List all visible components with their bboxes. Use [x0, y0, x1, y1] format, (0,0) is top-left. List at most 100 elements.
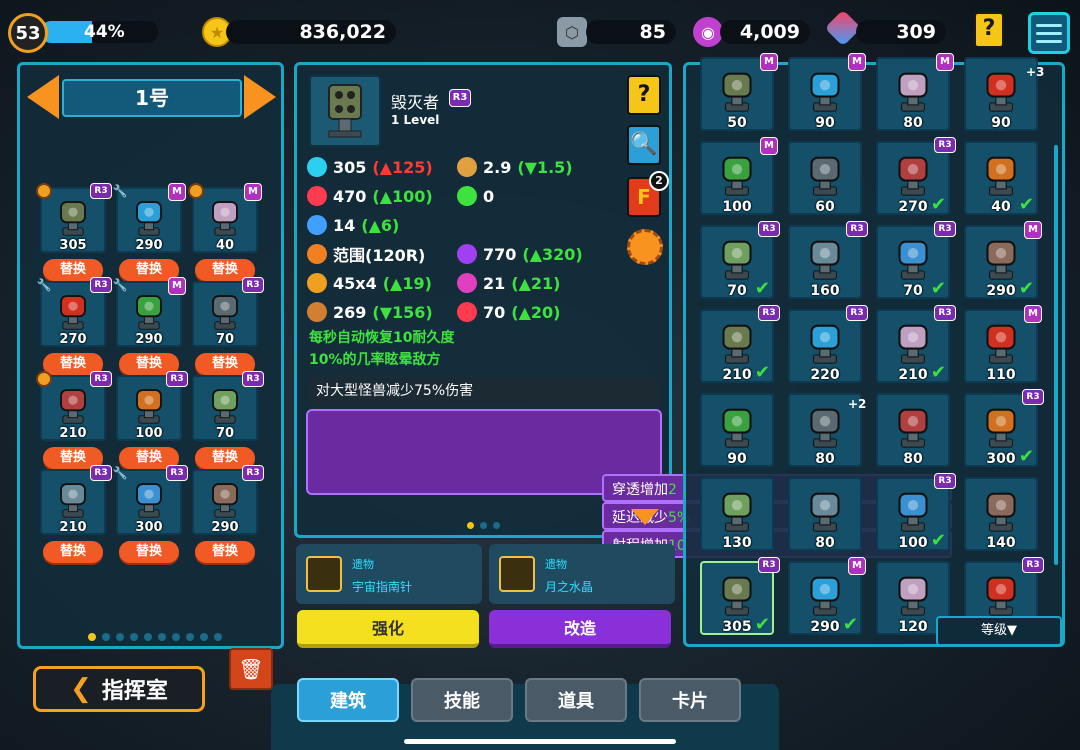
loadout-slot[interactable]: 🔧 M 290	[113, 277, 186, 347]
menu-button[interactable]	[1028, 12, 1070, 54]
prev-page-arrow[interactable]	[27, 75, 59, 119]
xp-bar: 44%	[40, 21, 158, 43]
tower-power: 80	[815, 535, 835, 551]
next-page-arrow[interactable]	[244, 75, 276, 119]
tower-card[interactable]: M 100	[700, 137, 778, 215]
tower-card[interactable]: R3 305 ✔	[700, 557, 780, 635]
rank-r3-badge: R3	[934, 473, 956, 489]
trash-icon[interactable]: 🗑	[229, 648, 273, 690]
tower-card[interactable]: 60	[788, 141, 862, 215]
tab-skills[interactable]: 技能	[411, 678, 513, 722]
loadout-slot[interactable]: 🔧 R3 300	[113, 465, 188, 535]
rank-m-badge: M	[760, 137, 778, 155]
relic-slot-2[interactable]: 遗物 月之水晶	[489, 544, 675, 604]
back-to-command-button[interactable]: ❮ 指挥室	[33, 666, 205, 712]
tower-collection-panel: M 50 M 90 M 80 90 M 100 60 R3270✔ 40✔	[683, 53, 1065, 647]
stat-value: 305	[333, 157, 367, 177]
loadout-slot[interactable]: R3 100	[116, 371, 188, 441]
tab-buildings[interactable]: 建筑	[297, 678, 399, 722]
tower-card[interactable]: 80	[876, 393, 950, 467]
stat-value: 770	[483, 244, 517, 264]
page-dot[interactable]	[116, 633, 124, 641]
tower-card[interactable]: R3 210 ✔	[700, 305, 780, 383]
stat-value: 269	[333, 302, 367, 322]
page-dot[interactable]	[158, 633, 166, 641]
tower-card[interactable]: R3 100 ✔	[876, 473, 956, 551]
upgrade-button[interactable]: 强化	[297, 610, 479, 648]
tower-card[interactable]: M 290 ✔	[964, 221, 1042, 299]
stat-row: 305 (▲125)	[307, 153, 433, 181]
settings-gear-icon[interactable]	[627, 229, 663, 265]
page-dot[interactable]	[88, 633, 96, 641]
rank-r3-badge: R3	[846, 221, 868, 237]
tab-cards[interactable]: 卡片	[639, 678, 741, 722]
level-plus-label: +3	[1026, 65, 1045, 79]
stat-row: 470 (▲100)	[307, 182, 433, 210]
rank-r3-badge: R3	[934, 137, 956, 153]
loadout-slot[interactable]: R3 305	[36, 183, 112, 253]
modify-button[interactable]: 改造	[489, 610, 671, 648]
page-dot[interactable]	[200, 633, 208, 641]
tower-card[interactable]: 90	[700, 393, 774, 467]
loadout-slot[interactable]: 🔧 M 290	[113, 183, 186, 253]
loadout-slot[interactable]: R3 70	[192, 277, 264, 347]
tower-card[interactable]: R3 70 ✔	[876, 221, 956, 299]
tower-card[interactable]: M 80	[876, 53, 954, 131]
page-dot[interactable]	[172, 633, 180, 641]
stat-value: 2.9	[483, 157, 512, 177]
page-dot[interactable]	[130, 633, 138, 641]
loadout-slot[interactable]: R3 210	[36, 371, 112, 441]
effect-label: 穿透增加	[612, 482, 668, 498]
tower-power: 90	[991, 115, 1011, 131]
loadout-slot[interactable]: R3 290	[192, 465, 264, 535]
range-icon	[307, 244, 327, 264]
slot-power: 300	[135, 520, 163, 535]
tower-card[interactable]: M 90	[788, 53, 866, 131]
loadout-slot[interactable]: R3 210	[40, 465, 112, 535]
tower-card[interactable]: R3 270 ✔	[876, 137, 956, 215]
rank-m-badge: M	[168, 183, 186, 201]
scrollbar[interactable]	[1054, 145, 1058, 565]
loadout-slot[interactable]: R3 70	[192, 371, 264, 441]
equipped-check-icon: ✔	[1018, 278, 1034, 299]
tower-card[interactable]: R3 210 ✔	[876, 305, 956, 383]
replace-button[interactable]: 替换	[119, 541, 179, 563]
magnifier-icon[interactable]: 🔍	[627, 125, 661, 165]
loadout-slot[interactable]: 🔧 R3 270	[37, 277, 112, 347]
expand-arrow-icon[interactable]	[631, 509, 659, 525]
slot-power: 40	[215, 238, 235, 253]
page-dot[interactable]	[102, 633, 110, 641]
back-label: 指挥室	[101, 679, 168, 704]
stat-value: 470	[333, 186, 367, 206]
replace-button[interactable]: 替换	[195, 541, 255, 563]
page-dot[interactable]	[186, 633, 194, 641]
slot-power: 210	[59, 520, 87, 535]
tower-card[interactable]: R3 300 ✔	[964, 389, 1044, 467]
help-book-button[interactable]: ?	[974, 12, 1004, 48]
tower-card[interactable]: R3 220	[788, 305, 868, 383]
tower-card[interactable]: 40 ✔	[964, 141, 1038, 215]
page-dot[interactable]	[214, 633, 222, 641]
shield-lock-icon	[457, 186, 477, 206]
wrench-icon: 🔧	[112, 184, 128, 198]
help-book-icon[interactable]: ?	[627, 75, 661, 115]
sort-dropdown[interactable]: 等级▼	[936, 616, 1062, 646]
tower-card[interactable]: M 290 ✔	[788, 557, 866, 635]
moon-crystal-icon	[499, 556, 535, 592]
relic-slot-1[interactable]: 遗物 宇宙指南针	[296, 544, 482, 604]
tower-card[interactable]: R3 70 ✔	[700, 221, 780, 299]
wrench-icon: 🔧	[36, 278, 52, 292]
tower-card[interactable]: M 50	[700, 53, 778, 131]
equipped-check-icon: ✔	[842, 614, 858, 635]
tower-card[interactable]: R3 160	[788, 221, 868, 299]
tower-card[interactable]: 80	[788, 477, 862, 551]
replace-button[interactable]: 替换	[43, 541, 103, 563]
tower-card[interactable]: M 110	[964, 305, 1042, 383]
wrench-icon: 🔧	[112, 466, 128, 480]
tab-items[interactable]: 道具	[525, 678, 627, 722]
page-dot[interactable]	[144, 633, 152, 641]
rank-m-badge: M	[760, 53, 778, 71]
loadout-slot[interactable]: M 40	[188, 183, 262, 253]
tower-card[interactable]: 140	[964, 477, 1038, 551]
tower-card[interactable]: 130	[700, 477, 774, 551]
